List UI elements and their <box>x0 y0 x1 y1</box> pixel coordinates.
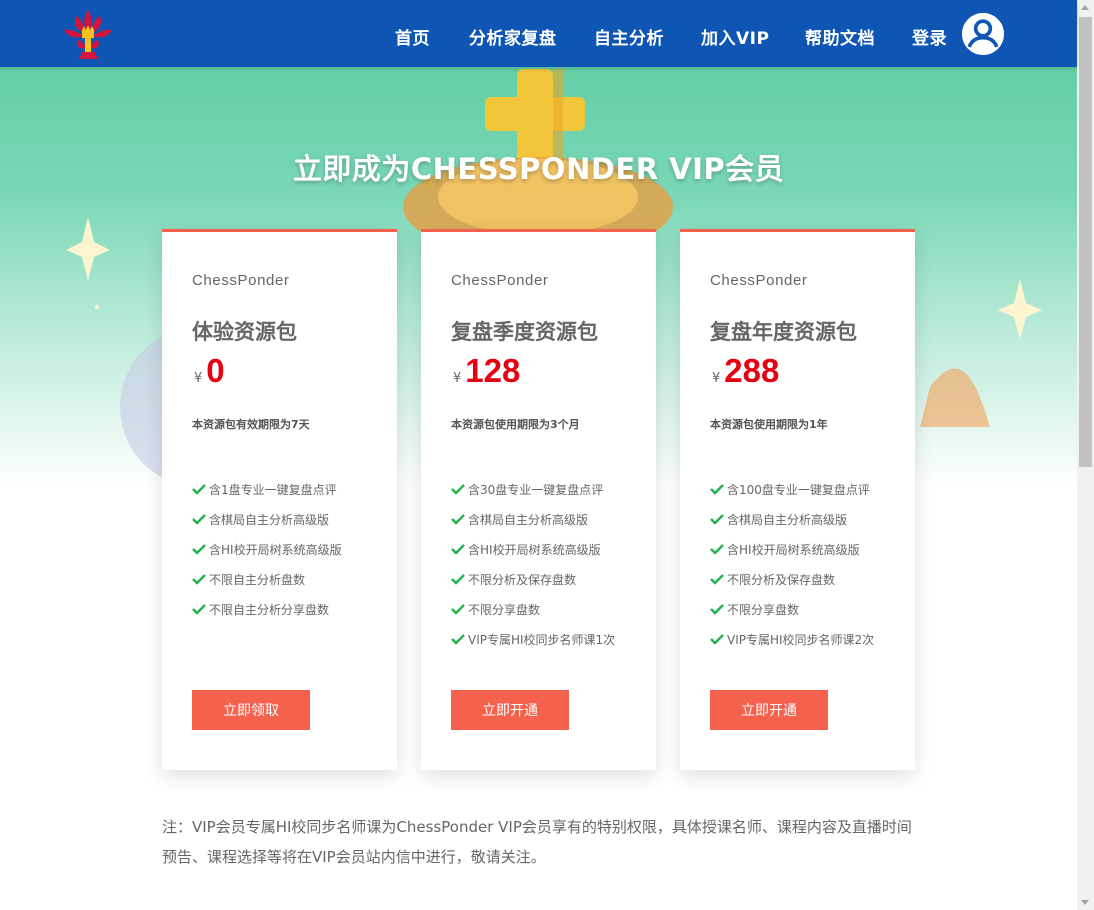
feature-item: 不限自主分析分享盘数 <box>192 594 342 624</box>
feature-item: 含棋局自主分析高级版 <box>451 504 615 534</box>
check-icon <box>192 544 206 555</box>
feature-item: 含1盘专业一键复盘点评 <box>192 474 342 504</box>
chess-logo-icon[interactable] <box>58 4 118 64</box>
vip-note: 注：VIP会员专属HI校同步名师课为ChessPonder VIP会员享有的特别… <box>162 818 912 866</box>
nav-self-analysis[interactable]: 自主分析 <box>594 24 664 49</box>
plan-validity: 本资源包使用期限为3个月 <box>451 418 580 431</box>
nav-analyst-review[interactable]: 分析家复盘 <box>469 24 557 49</box>
nav-login[interactable]: 登录 <box>912 24 947 49</box>
check-icon <box>710 604 724 615</box>
check-icon <box>451 514 465 525</box>
scroll-up-arrow-icon[interactable] <box>1081 5 1089 10</box>
feature-item: 含30盘专业一键复盘点评 <box>451 474 615 504</box>
scroll-down-arrow-icon[interactable] <box>1081 900 1089 905</box>
plan-price: 0 <box>206 352 225 389</box>
check-icon <box>451 604 465 615</box>
scrollbar-thumb[interactable] <box>1079 17 1092 467</box>
check-icon <box>710 574 724 585</box>
feature-list: 含1盘专业一键复盘点评 含棋局自主分析高级版 含HI校开局树系统高级版 不限自主… <box>192 474 342 624</box>
plan-name: 复盘季度资源包 <box>451 320 598 344</box>
check-icon <box>451 634 465 645</box>
feature-item: 含HI校开局树系统高级版 <box>710 534 874 564</box>
check-icon <box>451 484 465 495</box>
plan-name: 体验资源包 <box>192 320 297 344</box>
check-icon <box>710 484 724 495</box>
feature-item: VIP专属HI校同步名师课2次 <box>710 624 874 654</box>
feature-item: 含HI校开局树系统高级版 <box>451 534 615 564</box>
check-icon <box>710 544 724 555</box>
check-icon <box>192 514 206 525</box>
check-icon <box>451 544 465 555</box>
plan-validity: 本资源包使用期限为1年 <box>710 418 828 431</box>
feature-item: VIP专属HI校同步名师课1次 <box>451 624 615 654</box>
currency-symbol: ¥ <box>453 371 462 386</box>
claim-button[interactable]: 立即领取 <box>192 690 310 730</box>
plan-name: 复盘年度资源包 <box>710 320 857 344</box>
check-icon <box>710 514 724 525</box>
nav-join-vip[interactable]: 加入VIP <box>701 24 769 49</box>
nav-help-docs[interactable]: 帮助文档 <box>805 24 875 49</box>
card-brand: ChessPonder <box>451 272 549 289</box>
feature-item: 含棋局自主分析高级版 <box>192 504 342 534</box>
feature-item: 不限分析及保存盘数 <box>451 564 615 594</box>
feature-item: 不限分享盘数 <box>451 594 615 624</box>
check-icon <box>192 574 206 585</box>
check-icon <box>192 604 206 615</box>
plan-card-quarterly: ChessPonder 复盘季度资源包 ¥ 128 本资源包使用期限为3个月 含… <box>421 229 656 770</box>
currency-symbol: ¥ <box>194 371 203 386</box>
feature-item: 不限分析及保存盘数 <box>710 564 874 594</box>
user-avatar-icon[interactable] <box>959 12 1007 56</box>
plan-card-yearly: ChessPonder 复盘年度资源包 ¥ 288 本资源包使用期限为1年 含1… <box>680 229 915 770</box>
price-block: ¥ 288 <box>712 352 779 390</box>
plan-card-trial: ChessPonder 体验资源包 ¥ 0 本资源包有效期限为7天 含1盘专业一… <box>162 229 397 770</box>
card-brand: ChessPonder <box>710 272 808 289</box>
feature-list: 含100盘专业一键复盘点评 含棋局自主分析高级版 含HI校开局树系统高级版 不限… <box>710 474 874 654</box>
activate-button[interactable]: 立即开通 <box>710 690 828 730</box>
feature-list: 含30盘专业一键复盘点评 含棋局自主分析高级版 含HI校开局树系统高级版 不限分… <box>451 474 615 654</box>
feature-item: 含棋局自主分析高级版 <box>710 504 874 534</box>
price-block: ¥ 0 <box>194 352 225 390</box>
plan-price: 288 <box>724 352 780 389</box>
feature-item: 不限自主分析盘数 <box>192 564 342 594</box>
plan-price: 128 <box>465 352 521 389</box>
price-block: ¥ 128 <box>453 352 520 390</box>
feature-item: 含100盘专业一键复盘点评 <box>710 474 874 504</box>
check-icon <box>451 574 465 585</box>
feature-item: 不限分享盘数 <box>710 594 874 624</box>
plan-validity: 本资源包有效期限为7天 <box>192 418 310 431</box>
hero-title: 立即成为CHESSPONDER VIP会员 <box>292 152 785 186</box>
activate-button[interactable]: 立即开通 <box>451 690 569 730</box>
page-scrollbar[interactable] <box>1077 0 1094 910</box>
top-navbar: 首页 分析家复盘 自主分析 加入VIP 帮助文档 登录 <box>0 0 1077 67</box>
check-icon <box>192 484 206 495</box>
card-brand: ChessPonder <box>192 272 290 289</box>
currency-symbol: ¥ <box>712 371 721 386</box>
check-icon <box>710 634 724 645</box>
nav-home[interactable]: 首页 <box>395 24 430 49</box>
feature-item: 含HI校开局树系统高级版 <box>192 534 342 564</box>
